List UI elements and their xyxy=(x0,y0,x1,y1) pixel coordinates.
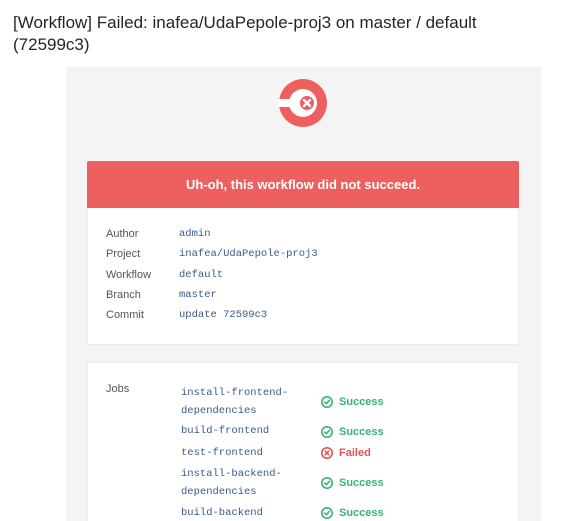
email-subject: [Workflow] Failed: inafea/UdaPepole-proj… xyxy=(13,13,477,54)
failed-icon xyxy=(321,447,333,459)
detail-row-author: Author admin xyxy=(106,228,506,244)
email-view: [Workflow] Failed: inafea/UdaPepole-proj… xyxy=(0,0,568,521)
job-name-build-backend[interactable]: build-backend xyxy=(181,504,311,521)
workflow-details: Author admin Project inafea/UdaPepole-pr… xyxy=(87,208,519,345)
job-name-build-frontend[interactable]: build-frontend xyxy=(181,422,311,440)
job-status-label: Success xyxy=(339,477,384,489)
failure-banner: Uh-oh, this workflow did not succeed. xyxy=(87,161,519,208)
commit-link[interactable]: update 72599c3 xyxy=(179,309,267,321)
detail-row-workflow: Workflow default xyxy=(106,269,506,285)
author-value[interactable]: admin xyxy=(179,228,211,240)
job-name-install-backend-dependencies[interactable]: install-backend-dependencies xyxy=(181,465,311,501)
success-icon xyxy=(321,396,333,408)
detail-row-branch: Branch master xyxy=(106,289,506,305)
job-name-test-frontend[interactable]: test-frontend xyxy=(181,444,311,462)
detail-row-commit: Commit update 72599c3 xyxy=(106,309,506,325)
project-link[interactable]: inafea/UdaPepole-proj3 xyxy=(179,248,318,260)
job-name-install-frontend-dependencies[interactable]: install-frontend-dependencies xyxy=(181,384,311,420)
jobs-label: Jobs xyxy=(106,383,130,395)
job-status-label: Success xyxy=(339,426,384,438)
job-status-label: Success xyxy=(339,507,384,519)
circleci-failed-logo-icon xyxy=(278,79,327,127)
detail-row-project: Project inafea/UdaPepole-proj3 xyxy=(106,248,506,264)
branch-label: Branch xyxy=(106,289,141,301)
job-status-label: Failed xyxy=(339,447,371,459)
success-icon xyxy=(321,507,333,519)
author-label: Author xyxy=(106,228,139,240)
success-icon xyxy=(321,426,333,438)
job-status-label: Success xyxy=(339,396,384,408)
jobs-panel: Jobs install-frontend-dependencies Succe… xyxy=(87,362,519,521)
success-icon xyxy=(321,477,333,489)
workflow-link[interactable]: default xyxy=(179,269,223,281)
branch-link[interactable]: master xyxy=(179,289,217,301)
commit-label: Commit xyxy=(106,309,144,321)
project-label: Project xyxy=(106,248,141,260)
workflow-label: Workflow xyxy=(106,269,152,281)
